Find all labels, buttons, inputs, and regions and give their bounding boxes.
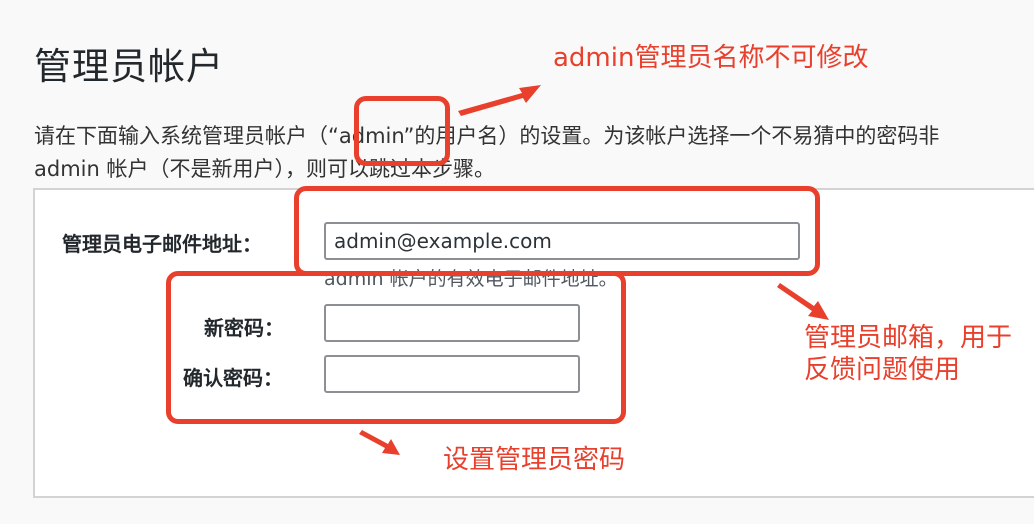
email-note-line-1: 管理员邮箱，用于	[804, 323, 1013, 353]
password-note: 设置管理员密码	[443, 445, 626, 475]
email-note-line-2: 反馈问题使用	[804, 355, 961, 385]
arrow-email-icon	[777, 283, 829, 320]
arrow-password-icon	[359, 430, 400, 455]
email-note: 管理员邮箱，用于 反馈问题使用	[804, 322, 1012, 386]
admin-note: admin管理员名称不可修改	[553, 43, 869, 73]
arrow-admin-icon	[458, 85, 541, 116]
install-page: 管理员帐户 请在下面输入系统管理员帐户（“admin”的用户名）的设置。为该帐户…	[0, 0, 1034, 524]
